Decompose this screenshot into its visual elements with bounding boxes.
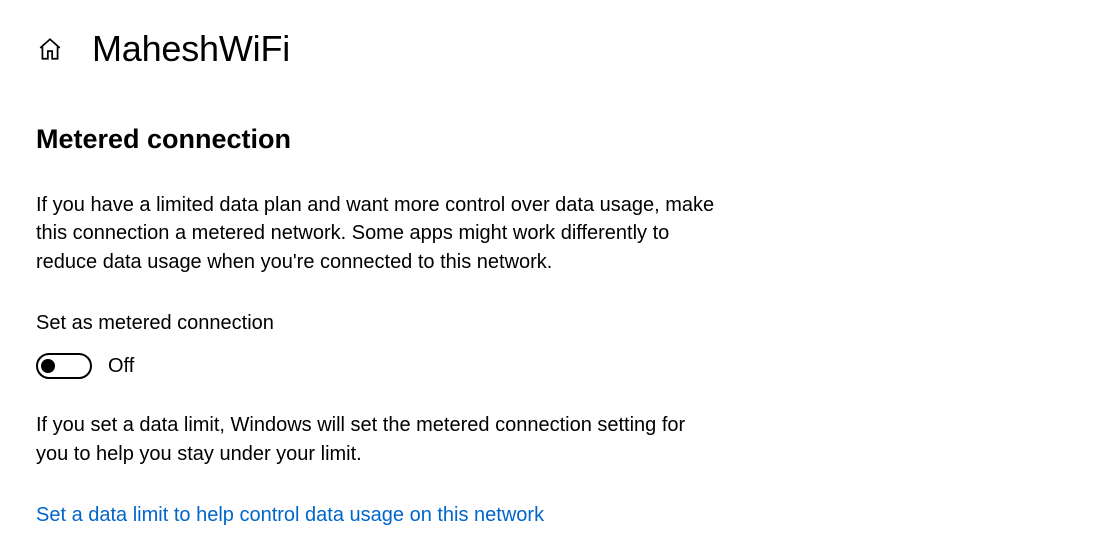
section-description: If you have a limited data plan and want… — [36, 191, 716, 276]
page-header: MaheshWiFi — [36, 28, 1074, 70]
info-text: If you set a data limit, Windows will se… — [36, 411, 716, 468]
set-data-limit-link[interactable]: Set a data limit to help control data us… — [36, 504, 544, 526]
section-heading: Metered connection — [36, 124, 1074, 155]
home-icon[interactable] — [36, 35, 64, 63]
page-title: MaheshWiFi — [92, 28, 290, 70]
toggle-knob — [41, 359, 55, 373]
toggle-state-text: Off — [108, 355, 134, 378]
toggle-label: Set as metered connection — [36, 312, 1074, 335]
toggle-row: Off — [36, 353, 1074, 379]
metered-toggle-switch[interactable] — [36, 353, 92, 379]
